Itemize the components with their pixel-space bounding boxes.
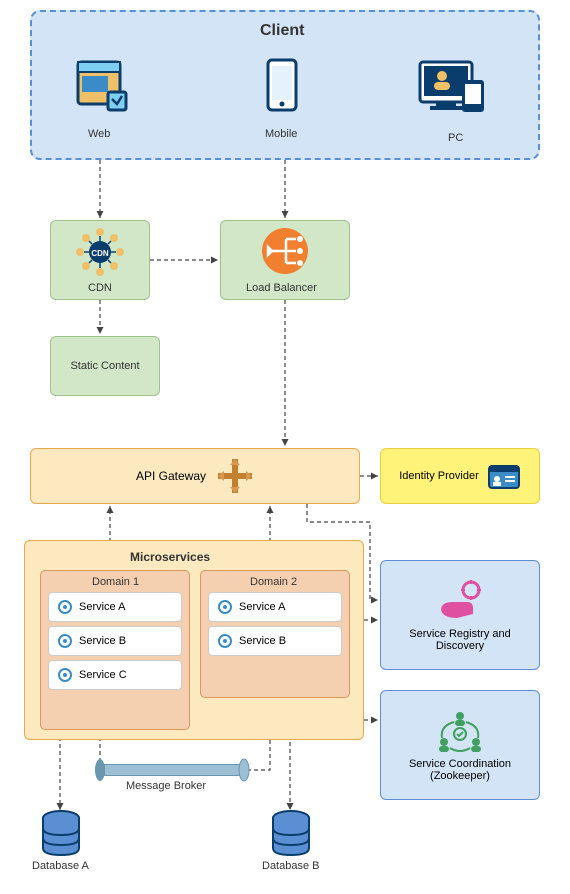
- client-title: Client: [260, 22, 304, 40]
- reg-label: Service Registry and Discovery: [389, 628, 531, 652]
- cdn-icon: CDN: [74, 226, 126, 278]
- web-label: Web: [88, 128, 110, 140]
- message-broker-bar: [104, 764, 240, 776]
- ms-title: Microservices: [130, 550, 210, 564]
- d2-service-a: Service A: [208, 592, 342, 622]
- d1-service-b: Service B: [48, 626, 182, 656]
- pc-client-icon: [416, 56, 492, 116]
- web-client-icon: [72, 56, 136, 116]
- gear-icon: [57, 599, 73, 615]
- d1-service-a: Service A: [48, 592, 182, 622]
- registry-box: Service Registry and Discovery: [380, 560, 540, 670]
- static-content-box: Static Content: [50, 336, 160, 396]
- gear-icon: [57, 667, 73, 683]
- id-label: Identity Provider: [399, 470, 478, 482]
- mobile-label: Mobile: [265, 128, 297, 140]
- db-b-label: Database B: [262, 860, 319, 872]
- d1-service-c: Service C: [48, 660, 182, 690]
- coord-label: Service Coordination (Zookeeper): [389, 758, 531, 782]
- mb-label: Message Broker: [126, 780, 206, 792]
- db-a-icon: [40, 810, 82, 856]
- mb-end-right: [238, 758, 250, 782]
- d2-title: Domain 2: [250, 576, 297, 588]
- coordination-box: Service Coordination (Zookeeper): [380, 690, 540, 800]
- api-label: API Gateway: [136, 469, 206, 483]
- mobile-client-icon: [262, 56, 302, 116]
- sc-label: Static Content: [70, 360, 139, 372]
- coordination-icon: [432, 708, 488, 754]
- db-b-icon: [270, 810, 312, 856]
- registry-icon: [435, 578, 485, 622]
- gear-icon: [217, 599, 233, 615]
- pc-label: PC: [448, 132, 463, 144]
- lb-label: Load Balancer: [246, 282, 317, 294]
- d2-service-b: Service B: [208, 626, 342, 656]
- api-gateway-box: API Gateway: [30, 448, 360, 504]
- identity-icon: [487, 462, 521, 490]
- gear-icon: [217, 633, 233, 649]
- d1-title: Domain 1: [92, 576, 139, 588]
- cdn-label: CDN: [88, 282, 112, 294]
- identity-provider-box: Identity Provider: [380, 448, 540, 504]
- api-gateway-icon: [216, 457, 254, 495]
- db-a-label: Database A: [32, 860, 89, 872]
- mb-end-left: [94, 758, 106, 782]
- svg-text:CDN: CDN: [91, 249, 109, 258]
- load-balancer-icon: [260, 226, 310, 276]
- gear-icon: [57, 633, 73, 649]
